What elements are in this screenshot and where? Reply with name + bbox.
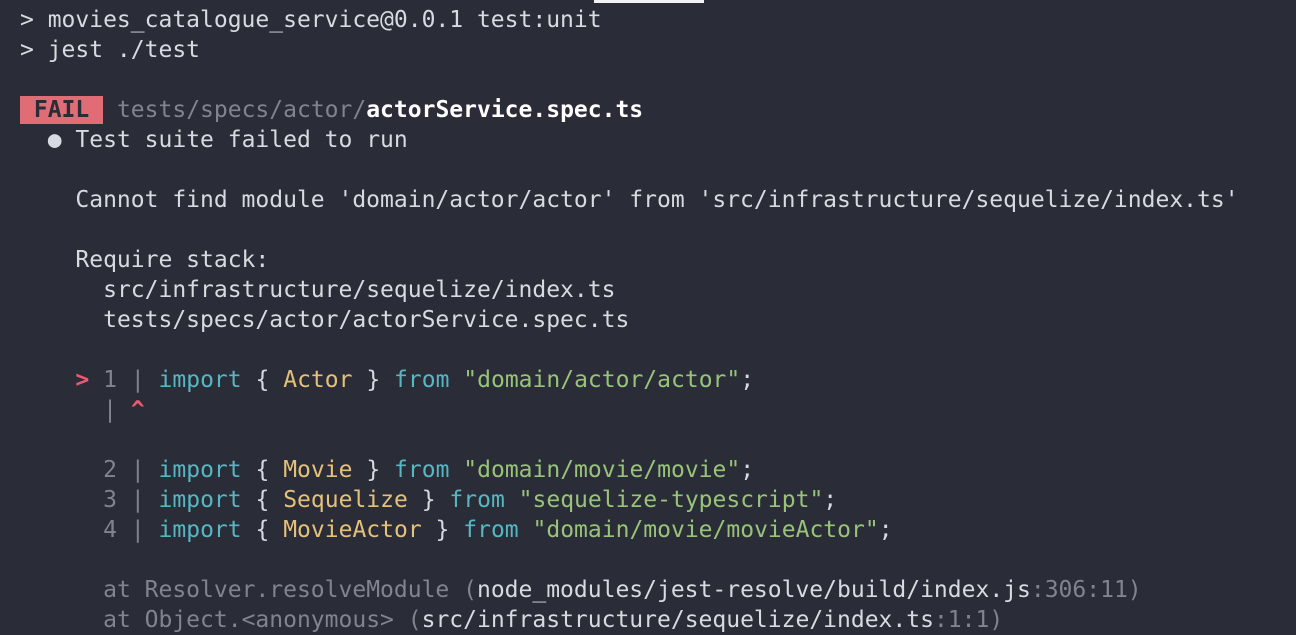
window-top-marker xyxy=(594,0,704,3)
code-frame-line: > 1 | import { Actor } from "domain/acto… xyxy=(75,367,755,393)
suite-failure-message: Test suite failed to run xyxy=(75,127,408,153)
test-result-line: FAIL tests/specs/actor/actorService.spec… xyxy=(20,95,1296,125)
gutter-separator: | xyxy=(130,457,145,483)
error-caret-icon: ^ xyxy=(130,397,145,423)
code-frame-line: 3 | import { Sequelize } from "sequelize… xyxy=(103,487,838,513)
code-frame-caret-line: | ^ xyxy=(20,395,1296,425)
stack-trace-file: node_modules/jest-resolve/build/index.js xyxy=(476,577,1031,603)
gutter-separator: | xyxy=(103,397,117,423)
gutter-separator: | xyxy=(130,487,145,513)
stack-trace-file: src/infrastructure/sequelize/index.ts xyxy=(421,607,934,633)
require-stack-item: src/infrastructure/sequelize/index.ts xyxy=(103,277,616,303)
require-stack-title: Require stack: xyxy=(75,247,270,273)
line-number: 1 xyxy=(103,367,117,393)
error-pointer-icon: > xyxy=(75,367,90,393)
code-frame-line: 4 | import { MovieActor } from "domain/m… xyxy=(103,517,893,543)
suite-failure-line: ● Test suite failed to run xyxy=(20,125,1296,155)
line-number: 3 xyxy=(103,487,117,513)
stack-trace-line: at Resolver.resolveModule (node_modules/… xyxy=(103,577,1142,603)
code-frame-line: 2 | import { Movie } from "domain/movie/… xyxy=(103,457,755,483)
fail-badge: FAIL xyxy=(20,96,104,124)
bullet-icon: ● xyxy=(47,127,62,153)
npm-command-line: > jest ./test xyxy=(20,37,201,63)
test-file-name: actorService.spec.ts xyxy=(366,97,644,123)
line-number: 4 xyxy=(103,517,117,543)
terminal-output: > movies_catalogue_service@0.0.1 test:un… xyxy=(20,5,1296,635)
line-number: 2 xyxy=(103,457,117,483)
test-file-dir: tests/specs/actor/ xyxy=(116,97,367,123)
stack-trace-line: at Object.<anonymous> (src/infrastructur… xyxy=(103,607,1004,633)
error-message: Cannot find module 'domain/actor/actor' … xyxy=(75,187,1239,213)
require-stack-item: tests/specs/actor/actorService.spec.ts xyxy=(103,307,630,333)
gutter-separator: | xyxy=(130,517,145,543)
gutter-separator: | xyxy=(130,367,145,393)
error-message-line: Cannot find module 'domain/actor/actor' … xyxy=(20,185,1296,215)
npm-script-line: > movies_catalogue_service@0.0.1 test:un… xyxy=(20,7,602,33)
